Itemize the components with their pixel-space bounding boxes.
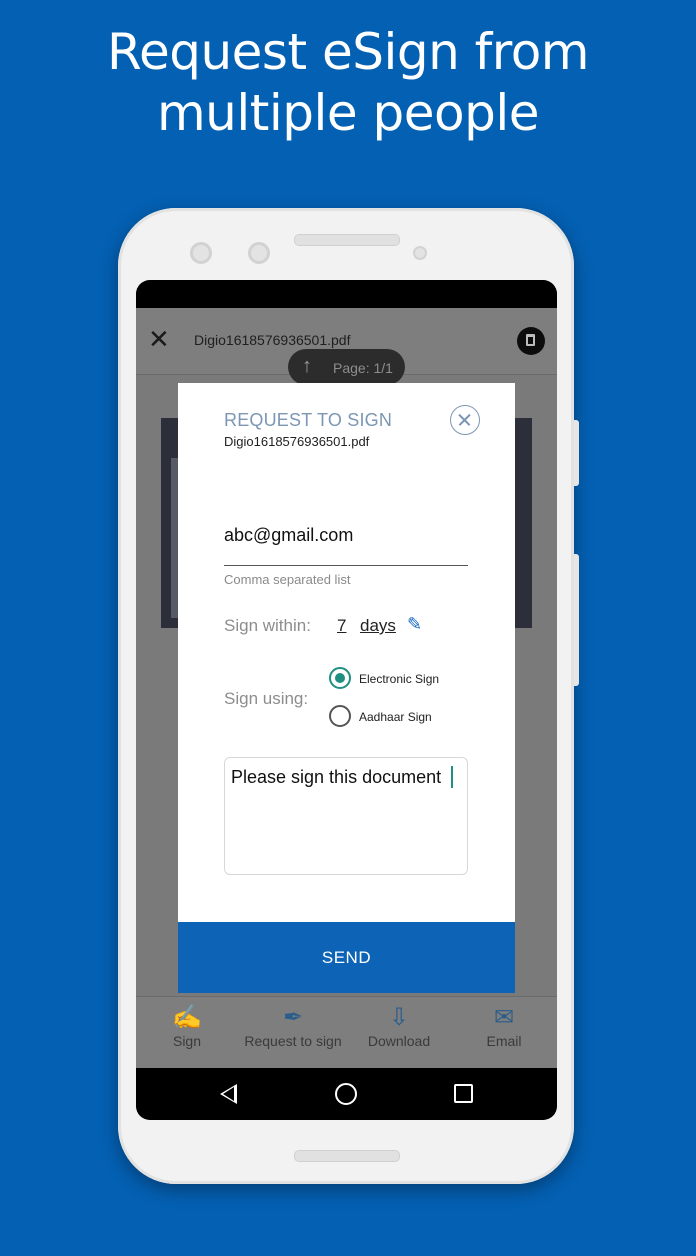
sign-within-value[interactable]: 7 — [337, 616, 346, 636]
back-icon[interactable] — [220, 1084, 237, 1104]
earpiece-speaker — [294, 234, 400, 246]
message-textarea[interactable]: Please sign this document — [224, 757, 468, 875]
toolbar-sign-button[interactable]: ✍ Sign — [170, 1003, 204, 1049]
toolbar-sign-label: Sign — [172, 1033, 202, 1049]
dialog-title: REQUEST TO SIGN — [224, 410, 393, 430]
recents-icon[interactable] — [454, 1084, 473, 1103]
headline: Request eSign from multiple people — [0, 22, 696, 144]
delete-icon[interactable] — [517, 327, 545, 355]
message-text: Please sign this document — [231, 767, 442, 787]
sign-icon: ✍ — [172, 1004, 202, 1031]
aadhaar-sign-radio[interactable] — [329, 705, 351, 727]
toolbar-download-label: Download — [367, 1033, 431, 1049]
arrow-up-icon: ↑ — [302, 355, 312, 377]
dialog-filename: Digio1618576936501.pdf — [224, 434, 370, 449]
headline-line-1: Request eSign from — [106, 23, 590, 81]
email-input-value: abc@gmail.com — [224, 525, 354, 545]
phone-frame: ✕ Digio1618576936501.pdf ↑ Page: 1/1 ✍ S… — [118, 208, 579, 1184]
navigation-bar — [136, 1068, 557, 1120]
sign-within-unit[interactable]: days — [360, 616, 396, 636]
volume-button — [574, 554, 579, 686]
bottom-toolbar: ✍ Sign ✒ Request to sign ⇩ Download ✉ Em… — [136, 996, 557, 1069]
toolbar-request-button[interactable]: ✒ Request to sign — [243, 1003, 343, 1049]
sign-using-label: Sign using: — [224, 689, 309, 708]
home-icon[interactable] — [335, 1083, 357, 1105]
sign-within-label: Sign within: — [224, 616, 311, 635]
document-filename: Digio1618576936501.pdf — [194, 332, 351, 348]
email-icon: ✉ — [493, 1004, 515, 1031]
dialog-close-icon[interactable] — [450, 405, 480, 435]
send-button[interactable]: SEND — [178, 922, 515, 993]
page-indicator[interactable]: ↑ Page: 1/1 — [288, 349, 405, 385]
headline-line-2: multiple people — [156, 84, 540, 142]
toolbar-request-label: Request to sign — [244, 1033, 342, 1049]
power-button — [574, 420, 579, 486]
email-helper-text: Comma separated list — [224, 572, 351, 587]
close-icon[interactable]: ✕ — [148, 326, 170, 352]
electronic-sign-radio[interactable] — [329, 667, 351, 689]
front-camera-icon — [190, 242, 212, 264]
text-cursor — [451, 766, 453, 788]
proximity-sensor-icon — [413, 246, 427, 260]
toolbar-email-label: Email — [486, 1033, 522, 1049]
toolbar-email-button[interactable]: ✉ Email — [484, 1003, 524, 1049]
sensor-icon — [248, 242, 270, 264]
request-sign-icon: ✒ — [282, 1004, 304, 1031]
bottom-speaker — [294, 1150, 400, 1162]
request-sign-dialog: REQUEST TO SIGN Digio1618576936501.pdf a… — [178, 383, 515, 993]
toolbar-download-button[interactable]: ⇩ Download — [364, 1003, 434, 1049]
edit-icon[interactable]: ✎ — [407, 614, 422, 634]
email-input[interactable]: abc@gmail.com — [224, 523, 468, 566]
phone-screen: ✕ Digio1618576936501.pdf ↑ Page: 1/1 ✍ S… — [136, 280, 557, 1120]
aadhaar-sign-label[interactable]: Aadhaar Sign — [359, 710, 432, 724]
status-bar — [136, 280, 557, 308]
electronic-sign-label[interactable]: Electronic Sign — [359, 672, 439, 686]
download-icon: ⇩ — [388, 1004, 410, 1031]
page-indicator-label: Page: 1/1 — [333, 360, 393, 376]
